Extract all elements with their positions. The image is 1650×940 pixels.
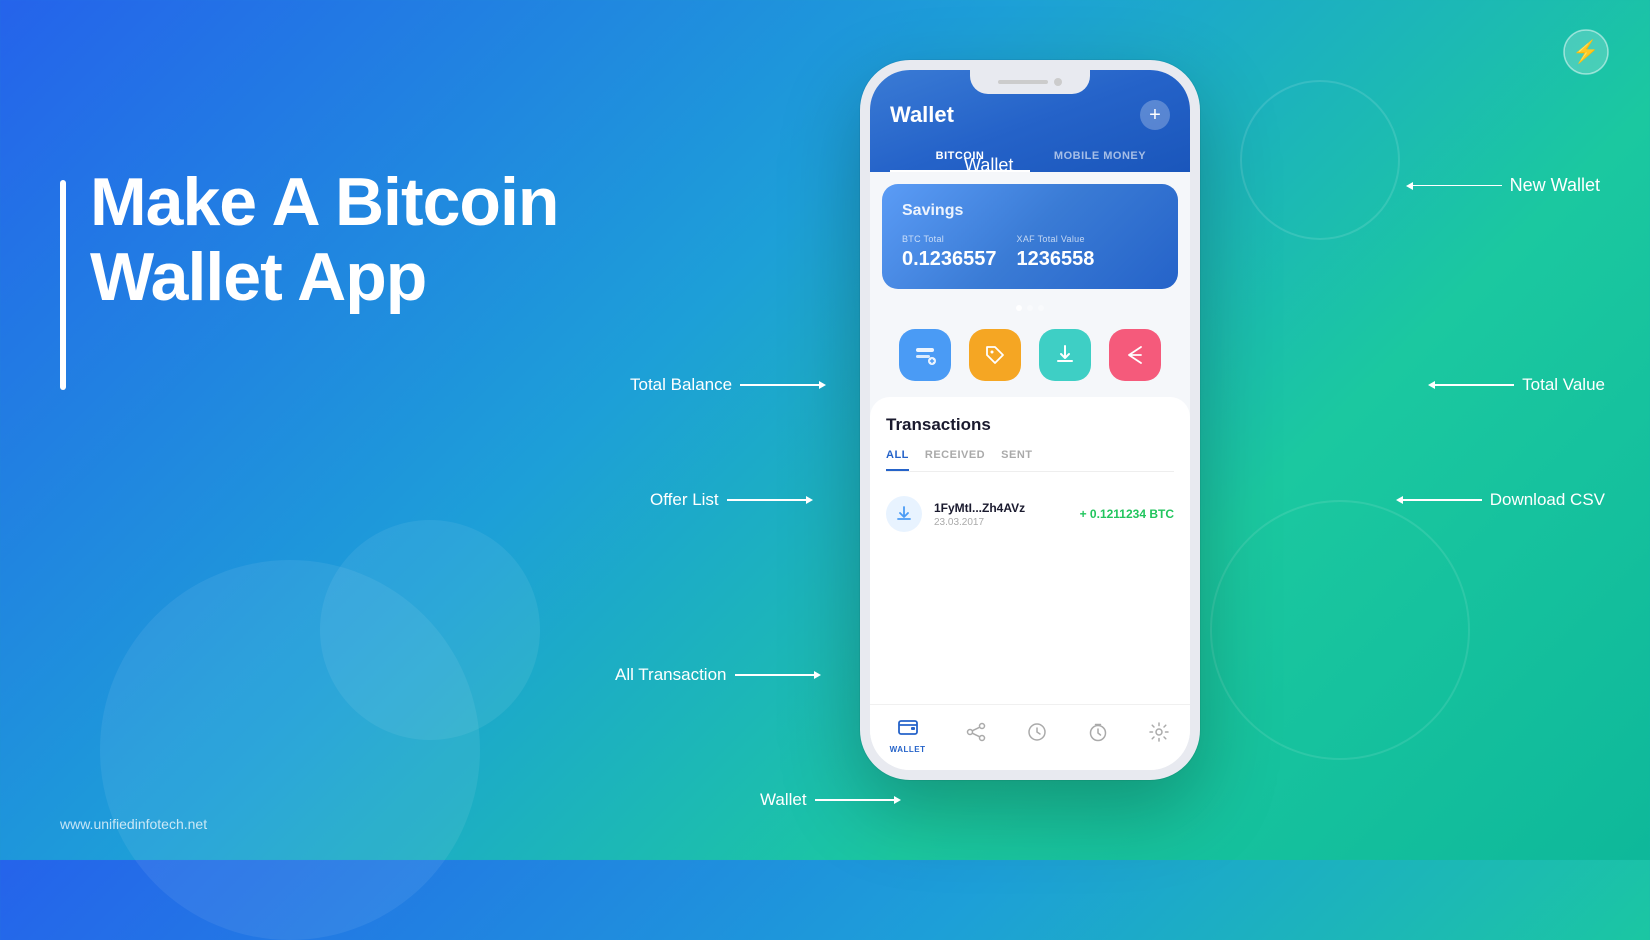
total-balance-annotation: Total Balance: [630, 375, 820, 395]
bg-decoration-2: [320, 520, 540, 740]
wallet-title-row: Wallet +: [890, 100, 1170, 130]
xaf-value: 1236558: [1017, 248, 1095, 271]
tag-button[interactable]: [969, 329, 1021, 381]
total-value-annotation: Total Value: [1434, 375, 1605, 395]
new-wallet-annotation: New Wallet: [1412, 175, 1600, 196]
new-wallet-annotation-text: New Wallet: [1510, 175, 1600, 196]
download-csv-button[interactable]: [1039, 329, 1091, 381]
nav-history[interactable]: [1026, 721, 1048, 749]
bottom-nav: WALLET: [870, 704, 1190, 770]
xaf-total-col: XAF Total Value 1236558: [1017, 234, 1095, 271]
xaf-label: XAF Total Value: [1017, 234, 1095, 244]
nav-share[interactable]: [965, 721, 987, 749]
phone-frame: Wallet + BITCOIN MOBILE MONEY Savings BT…: [860, 60, 1200, 780]
svg-text:⚡: ⚡: [1572, 39, 1599, 65]
wallet-header-title: Wallet: [890, 102, 954, 128]
tab-sent[interactable]: SENT: [1001, 449, 1032, 471]
download-csv-text: Download CSV: [1490, 490, 1605, 510]
share-button[interactable]: [1109, 329, 1161, 381]
btc-value: 0.1236557: [902, 248, 997, 271]
total-balance-text: Total Balance: [630, 375, 732, 395]
savings-card: Savings BTC Total 0.1236557 XAF Total Va…: [882, 184, 1178, 289]
phone-mockup: Wallet + BITCOIN MOBILE MONEY Savings BT…: [840, 60, 1220, 820]
tx-icon: [886, 496, 922, 532]
tx-amount: + 0.1211234 BTC: [1080, 507, 1174, 521]
tab-mobile-money[interactable]: MOBILE MONEY: [1030, 142, 1170, 172]
dot-2: [1027, 305, 1033, 311]
wallet-nav-label: WALLET: [890, 745, 926, 754]
bg-decoration-3: [1240, 80, 1400, 240]
website-url: www.unifiedinfotech.net: [60, 816, 207, 832]
btc-total-col: BTC Total 0.1236557: [902, 234, 997, 271]
settings-nav-icon: [1148, 721, 1170, 749]
phone-inner: Wallet + BITCOIN MOBILE MONEY Savings BT…: [870, 70, 1190, 770]
left-accent-bar: [60, 180, 66, 390]
hero-title: Make A Bitcoin Wallet App: [90, 165, 630, 315]
all-transaction-text: All Transaction: [615, 665, 727, 685]
offer-list-button[interactable]: [899, 329, 951, 381]
transactions-title: Transactions: [886, 415, 1174, 435]
notch-bar: [998, 80, 1048, 84]
wallet-bottom-annotation: Wallet: [760, 790, 895, 810]
timer-nav-icon: [1087, 721, 1109, 749]
nav-wallet[interactable]: WALLET: [890, 715, 926, 754]
wallet-annotation: Wallet: [964, 155, 1013, 176]
hero-title-line2: Wallet App: [90, 239, 426, 315]
tx-address: 1FyMtI...Zh4AVz: [934, 501, 1068, 515]
share-nav-icon: [965, 721, 987, 749]
wallet-tabs: BITCOIN MOBILE MONEY: [890, 142, 1170, 172]
offer-list-text: Offer List: [650, 490, 719, 510]
savings-label: Savings: [902, 202, 1158, 220]
tab-received[interactable]: RECEIVED: [925, 449, 985, 471]
nav-settings[interactable]: [1148, 721, 1170, 749]
tab-all[interactable]: ALL: [886, 449, 909, 471]
btc-label: BTC Total: [902, 234, 997, 244]
download-csv-annotation: Download CSV: [1402, 490, 1605, 510]
tx-info: 1FyMtI...Zh4AVz 23.03.2017: [934, 501, 1068, 528]
savings-values: BTC Total 0.1236557 XAF Total Value 1236…: [902, 234, 1158, 271]
wallet-bottom-text: Wallet: [760, 790, 807, 810]
wallet-annotation-text: Wallet: [964, 155, 1013, 175]
tx-date: 23.03.2017: [934, 517, 1068, 528]
hero-title-line1: Make A Bitcoin: [90, 164, 558, 240]
dot-3: [1038, 305, 1044, 311]
history-nav-icon: [1026, 721, 1048, 749]
all-transaction-annotation: All Transaction: [615, 665, 815, 685]
logo: ⚡: [1562, 28, 1610, 76]
phone-notch: [970, 70, 1090, 94]
bg-decoration-4: [1210, 500, 1470, 760]
card-dots: [870, 299, 1190, 321]
transaction-item: 1FyMtI...Zh4AVz 23.03.2017 + 0.1211234 B…: [886, 486, 1174, 542]
action-buttons-row: [870, 321, 1190, 397]
wallet-nav-icon: [897, 715, 919, 743]
transaction-tabs: ALL RECEIVED SENT: [886, 449, 1174, 472]
transactions-section: Transactions ALL RECEIVED SENT 1FyMtI...…: [870, 397, 1190, 704]
hero-section: Make A Bitcoin Wallet App: [90, 165, 630, 315]
notch-dot: [1054, 78, 1062, 86]
total-value-text: Total Value: [1522, 375, 1605, 395]
new-wallet-button[interactable]: +: [1140, 100, 1170, 130]
dot-1: [1016, 305, 1022, 311]
offer-list-annotation: Offer List: [650, 490, 807, 510]
nav-timer[interactable]: [1087, 721, 1109, 749]
